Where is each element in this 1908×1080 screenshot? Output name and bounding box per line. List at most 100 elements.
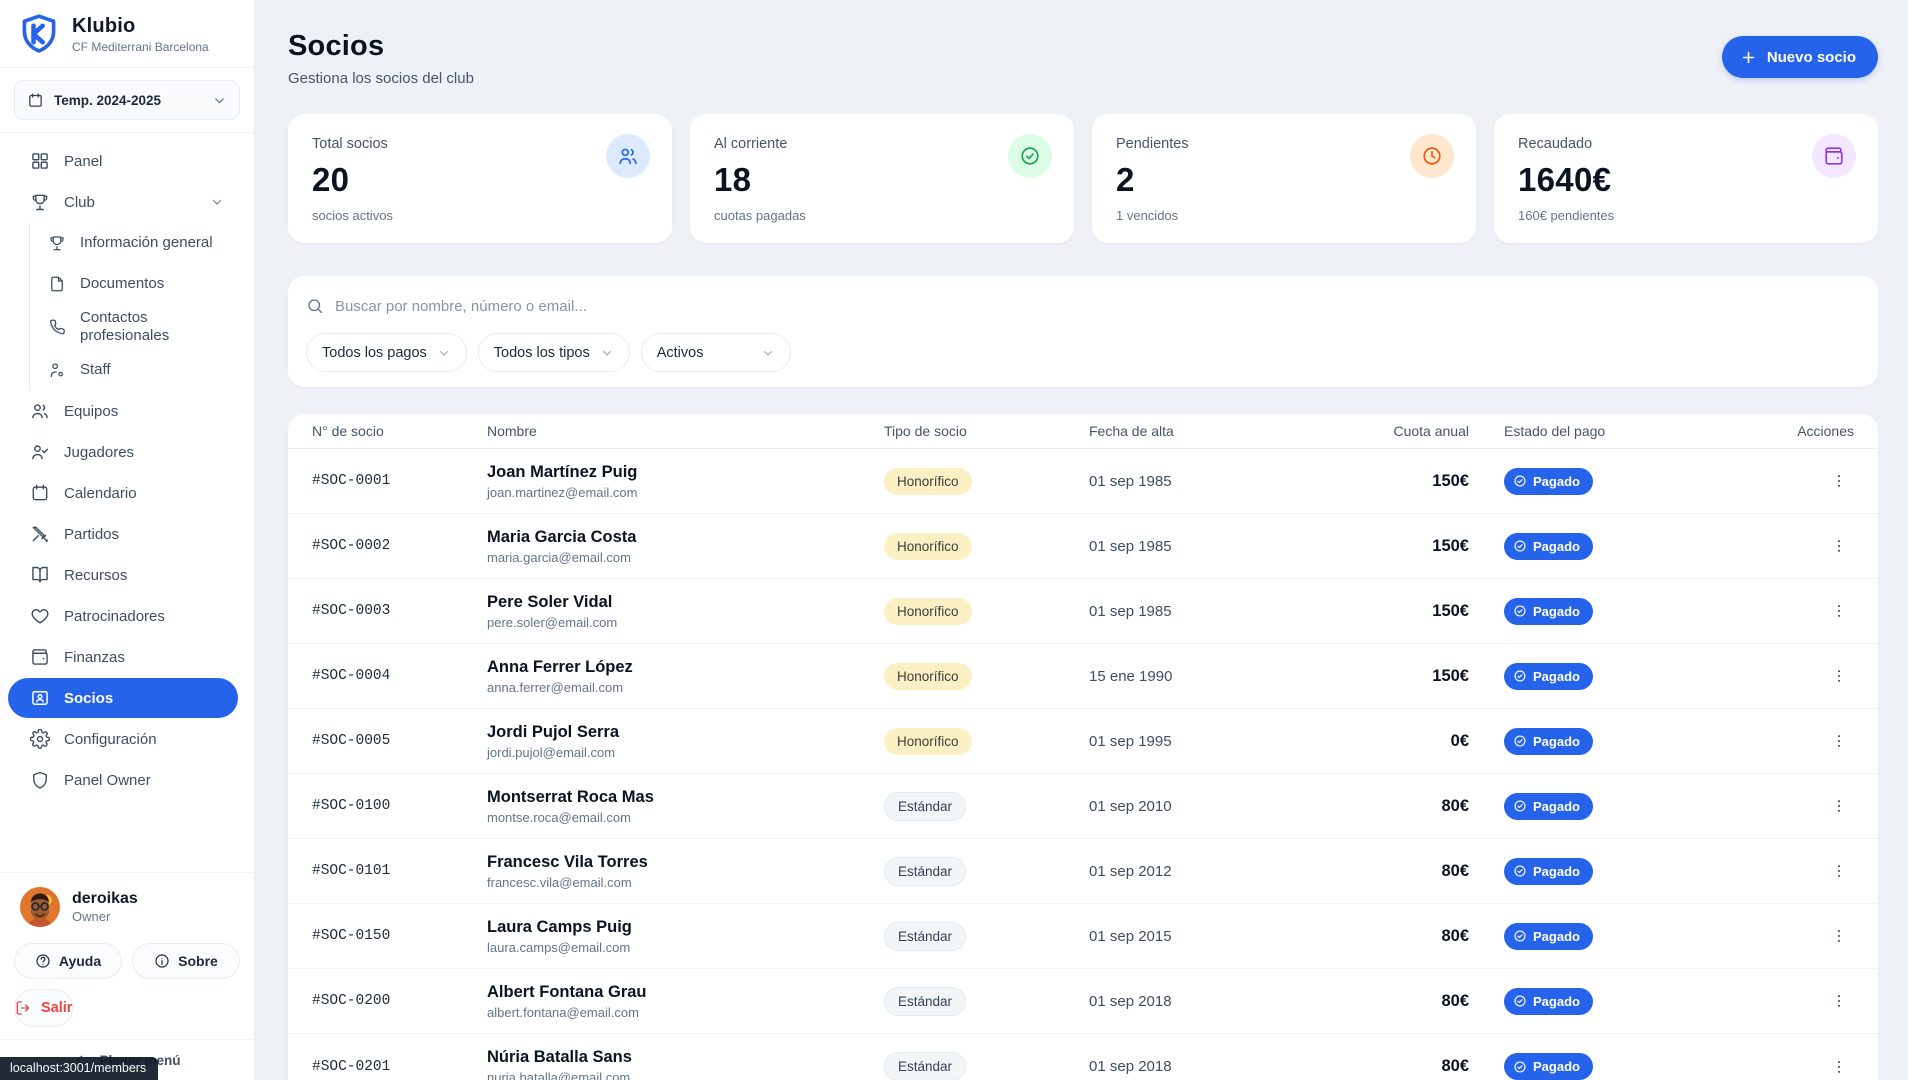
grid-icon (30, 151, 50, 171)
member-name: Laura Camps Puig (487, 918, 884, 937)
column-header-nombre: Nombre (487, 423, 884, 439)
payment-status-badge: Pagado (1504, 923, 1593, 950)
sidebar-item-equipos[interactable]: Equipos (8, 391, 238, 431)
filter-dropdown-todos-los-tipos[interactable]: Todos los tipos (478, 333, 630, 372)
id-card-icon (30, 688, 50, 708)
club-submenu: Información generalDocumentosContactos p… (29, 223, 246, 390)
member-row: #SOC-0002Maria Garcia Costamaria.garcia@… (288, 514, 1878, 579)
filter-label: Activos (657, 345, 704, 361)
document-icon (48, 275, 66, 293)
logout-button[interactable]: Salir (14, 989, 73, 1027)
row-actions-button[interactable] (1824, 466, 1854, 496)
payment-status-badge: Pagado (1504, 858, 1593, 885)
sidebar-item-calendario[interactable]: Calendario (8, 473, 238, 513)
row-actions-button[interactable] (1824, 531, 1854, 561)
member-join-date: 01 sep 1995 (1089, 733, 1339, 750)
member-type-badge: Honorífico (884, 468, 972, 495)
stats-row: Total socios20socios activosAl corriente… (288, 114, 1878, 243)
help-button[interactable]: Ayuda (14, 943, 122, 979)
column-header-acciones: Acciones (1784, 423, 1854, 439)
member-annual-fee: 80€ (1339, 797, 1469, 816)
member-row: #SOC-0003Pere Soler Vidalpere.soler@emai… (288, 579, 1878, 644)
row-actions-button[interactable] (1824, 856, 1854, 886)
member-number: #SOC-0100 (312, 798, 487, 814)
member-identity: Núria Batalla Sansnuria.batalla@email.co… (487, 1048, 884, 1080)
member-annual-fee: 150€ (1339, 472, 1469, 491)
chevron-down-icon (212, 93, 227, 108)
sidebar-item-staff[interactable]: Staff (30, 350, 238, 390)
sidebar-item-informacion-general[interactable]: Información general (30, 223, 238, 263)
stat-value: 1640€ (1518, 161, 1856, 199)
filter-dropdown-activos[interactable]: Activos (641, 333, 791, 372)
payment-status-label: Pagado (1533, 799, 1580, 814)
wallet-icon (30, 647, 50, 667)
sidebar-item-partidos[interactable]: Partidos (8, 514, 238, 554)
stat-icon-bubble (1008, 134, 1052, 178)
about-label: Sobre (178, 953, 218, 969)
stat-value: 2 (1116, 161, 1454, 199)
member-row: #SOC-0001Joan Martínez Puigjoan.martinez… (288, 449, 1878, 514)
member-join-date: 01 sep 1985 (1089, 538, 1339, 555)
sidebar-item-configuracion[interactable]: Configuración (8, 719, 238, 759)
row-actions-button[interactable] (1824, 661, 1854, 691)
row-actions-button[interactable] (1824, 791, 1854, 821)
payment-status-badge: Pagado (1504, 598, 1593, 625)
member-row: #SOC-0005Jordi Pujol Serrajordi.pujol@em… (288, 709, 1878, 774)
about-button[interactable]: Sobre (132, 943, 240, 979)
stat-value: 20 (312, 161, 650, 199)
row-actions-button[interactable] (1824, 596, 1854, 626)
member-annual-fee: 80€ (1339, 927, 1469, 946)
sidebar-item-jugadores[interactable]: Jugadores (8, 432, 238, 472)
users-icon (617, 145, 639, 167)
row-actions-button[interactable] (1824, 921, 1854, 951)
avatar (20, 887, 60, 927)
sidebar-item-patrocinadores[interactable]: Patrocinadores (8, 596, 238, 636)
member-identity: Montserrat Roca Masmontse.roca@email.com (487, 788, 884, 825)
sidebar-item-label: Configuración (64, 731, 238, 748)
search-input[interactable] (335, 298, 1860, 315)
member-type-badge: Estándar (884, 857, 966, 886)
new-member-button[interactable]: Nuevo socio (1722, 36, 1878, 78)
heart-icon (30, 606, 50, 626)
sidebar-item-label: Panel Owner (64, 772, 238, 789)
row-actions-button[interactable] (1824, 986, 1854, 1016)
stat-label: Total socios (312, 136, 650, 152)
member-number: #SOC-0200 (312, 993, 487, 1009)
sidebar-item-club[interactable]: Club (8, 182, 238, 222)
column-header-cuota-anual: Cuota anual (1339, 423, 1469, 439)
member-annual-fee: 80€ (1339, 992, 1469, 1011)
member-email: francesc.vila@email.com (487, 875, 884, 890)
stat-subtext: 160€ pendientes (1518, 208, 1856, 223)
club-name: CF Mediterrani Barcelona (72, 40, 209, 54)
payment-status-label: Pagado (1533, 929, 1580, 944)
sidebar-item-panel-owner[interactable]: Panel Owner (8, 760, 238, 800)
payment-status-badge: Pagado (1504, 533, 1593, 560)
chevron-down-icon (600, 346, 614, 360)
chevron-down-icon (437, 346, 451, 360)
sidebar-item-recursos[interactable]: Recursos (8, 555, 238, 595)
new-member-label: Nuevo socio (1767, 49, 1856, 66)
sidebar-item-documentos[interactable]: Documentos (30, 264, 238, 304)
member-row: #SOC-0150Laura Camps Puiglaura.camps@ema… (288, 904, 1878, 969)
sidebar-item-contactos-profesionales[interactable]: Contactos profesionales (30, 305, 238, 349)
filter-label: Todos los pagos (322, 345, 427, 361)
row-actions-button[interactable] (1824, 1052, 1854, 1080)
stat-subtext: cuotas pagadas (714, 208, 1052, 223)
members-table: N° de socioNombreTipo de socioFecha de a… (288, 414, 1878, 1080)
member-row: #SOC-0004Anna Ferrer Lópezanna.ferrer@em… (288, 644, 1878, 709)
season-selector[interactable]: Temp. 2024-2025 (14, 80, 240, 120)
book-icon (30, 565, 50, 585)
row-actions-button[interactable] (1824, 726, 1854, 756)
check-circle-icon (1513, 604, 1527, 618)
users-icon (30, 401, 50, 421)
stat-icon-bubble (1410, 134, 1454, 178)
sidebar-item-finanzas[interactable]: Finanzas (8, 637, 238, 677)
filter-dropdown-todos-los-pagos[interactable]: Todos los pagos (306, 333, 467, 372)
member-identity: Pere Soler Vidalpere.soler@email.com (487, 593, 884, 630)
filter-card: Todos los pagos Todos los tipos Activos (288, 276, 1878, 387)
member-join-date: 01 sep 2018 (1089, 993, 1339, 1010)
klubio-shield-logo-icon (18, 13, 60, 55)
user-row[interactable]: deroikas Owner (0, 873, 254, 935)
sidebar-item-socios[interactable]: Socios (8, 678, 238, 718)
sidebar-item-panel[interactable]: Panel (8, 141, 238, 181)
